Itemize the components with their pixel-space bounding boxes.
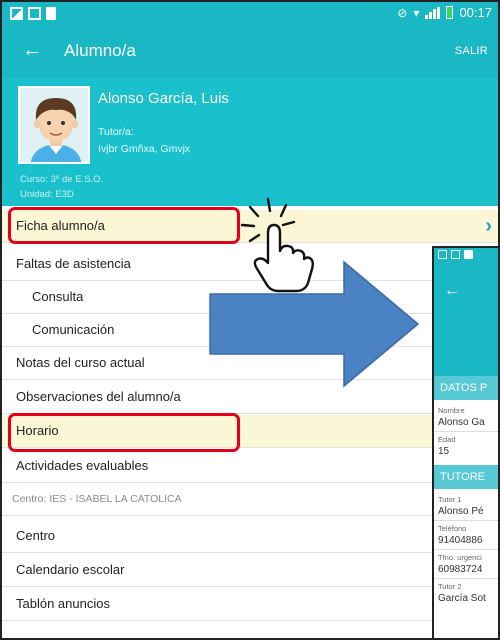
menu-item-label: Comunicación <box>32 322 115 337</box>
field-value-phone: 91404886 <box>438 535 483 546</box>
menu-item-label: Observaciones del alumno/a <box>16 389 181 404</box>
section-header-school: Centro: IES - ISABEL LA CATOLICA <box>2 483 498 516</box>
status-time: 00:17 <box>459 5 492 20</box>
field-value-tutor2: García Sot <box>438 593 486 604</box>
field-label-tutor2: Tutor 2 <box>438 582 462 591</box>
student-profile-header: Alonso García, Luis Tutor/a: Ivjbr Gmñxa… <box>2 78 498 206</box>
field-value-emergency-phone: 60983724 <box>438 564 483 575</box>
section-header-tutors: TUTORE <box>434 465 498 489</box>
header-strip <box>434 342 498 376</box>
highlight-box-schedule <box>8 413 240 452</box>
menu-item-label: Tablón anuncios <box>16 596 110 611</box>
divider <box>434 549 498 550</box>
back-arrow-icon[interactable]: ← <box>22 39 42 62</box>
divider <box>434 520 498 521</box>
unit-info: Unidad: E3D <box>20 189 74 200</box>
menu-item-notice-board[interactable]: Tablón anuncios <box>2 588 498 621</box>
highlight-box-student-file <box>8 207 240 244</box>
gallery-icon <box>438 250 447 259</box>
menu-item-school[interactable]: Centro <box>2 520 498 553</box>
signal-icon <box>425 6 441 19</box>
field-label-age: Edad <box>438 435 456 444</box>
section-header-label: Centro: IES - ISABEL LA CATOLICA <box>12 493 182 505</box>
app-bar: ← <box>434 262 498 342</box>
section-header-personal-data: DATOS P <box>434 376 498 400</box>
field-label-tutor1: Tutor 1 <box>438 495 462 504</box>
battery-icon <box>446 6 454 19</box>
student-name: Alonso García, Luis <box>98 90 229 107</box>
field-label-name: Nombre <box>438 406 465 415</box>
tutor-name: Ivjbr Gmñxa, Gmvjx <box>98 143 191 155</box>
wifi-icon: ▾ <box>413 5 420 20</box>
menu-item-evaluable-activities[interactable]: Actividades evaluables <box>2 450 498 483</box>
menu-item-label: Calendario escolar <box>16 562 125 577</box>
app-bar: ← Alumno/a SALIR <box>2 26 498 78</box>
menu-item-school-calendar[interactable]: Calendario escolar <box>2 554 498 587</box>
chevron-right-icon: › <box>485 215 492 237</box>
menu-item-label: Notas del curso actual <box>16 355 145 370</box>
menu-item-label: Centro <box>16 528 56 543</box>
screen-frame: ⊘ ▾ 00:17 ← Alumno/a SALIR Alonso García… <box>0 0 500 640</box>
menu-item-label: Faltas de asistencia <box>16 256 131 271</box>
status-bar <box>434 248 498 262</box>
divider <box>434 431 498 432</box>
menu-item-label: Consulta <box>32 289 84 304</box>
back-arrow-icon[interactable]: ← <box>444 282 460 300</box>
field-value-age: 15 <box>438 446 450 457</box>
field-label-emergency-phone: Tfno. urgenci <box>438 553 482 562</box>
silent-icon: ⊘ <box>397 5 408 20</box>
gallery-icon <box>10 7 23 20</box>
divider <box>434 578 498 579</box>
menu-item-label: Actividades evaluables <box>16 458 149 473</box>
field-label-phone: Teléfono <box>438 524 467 533</box>
tutor-label: Tutor/a: <box>98 126 134 138</box>
student-detail-screenshot: ← DATOS P Nombre Alonso Ga Edad 15 TUTOR… <box>432 246 498 638</box>
file-icon <box>464 250 473 259</box>
file-icon <box>46 7 56 20</box>
transition-arrow-icon <box>209 260 420 388</box>
message-icon <box>451 250 460 259</box>
logout-button[interactable]: SALIR <box>455 45 488 57</box>
status-bar: ⊘ ▾ 00:17 <box>2 2 498 26</box>
message-icon <box>28 7 41 20</box>
student-avatar <box>18 86 90 164</box>
page-title: Alumno/a <box>64 41 136 60</box>
field-value-tutor1: Alonso Pé <box>438 506 484 517</box>
course-info: Curso: 3º de E.S.O. <box>20 174 104 185</box>
field-value-name: Alonso Ga <box>438 417 485 428</box>
